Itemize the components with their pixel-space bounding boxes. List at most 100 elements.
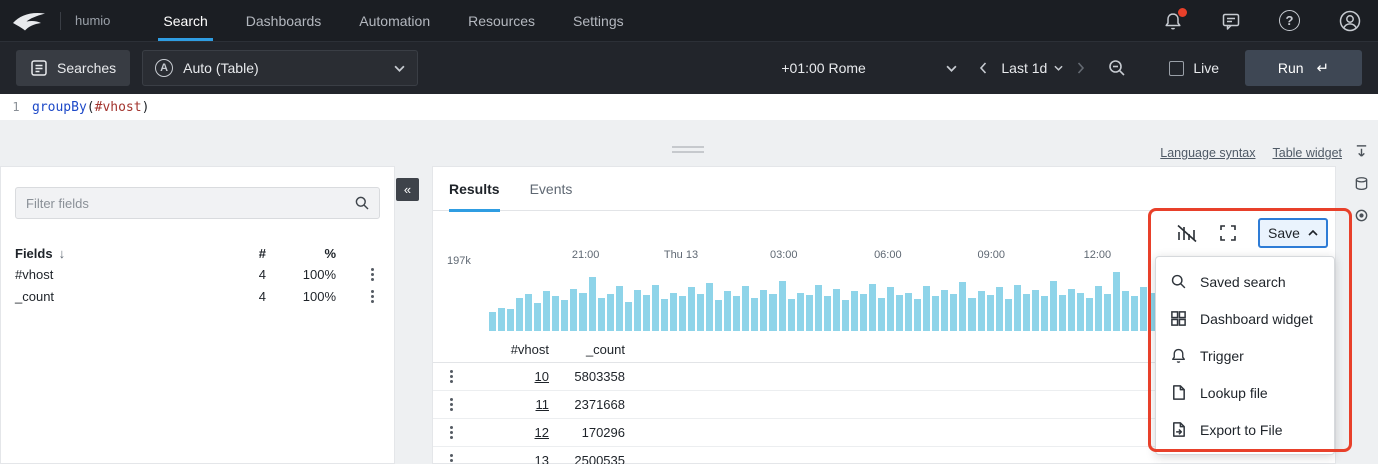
nav-item-dashboards[interactable]: Dashboards	[227, 0, 341, 41]
query-editor[interactable]: 1 groupBy(#vhost)	[0, 94, 1378, 120]
chat-icon[interactable]	[1221, 11, 1241, 31]
editor-resize-handle[interactable]	[672, 143, 704, 153]
query-inspector-icon[interactable]	[1354, 208, 1369, 223]
row-menu-icon[interactable]	[450, 375, 453, 378]
time-back-button[interactable]	[979, 62, 987, 74]
bell-icon	[1170, 347, 1187, 364]
histogram-bar	[806, 295, 813, 331]
row-menu-icon[interactable]	[450, 431, 453, 434]
histogram-bar	[1095, 286, 1102, 331]
auto-icon: A	[155, 59, 173, 77]
vhost-value-link[interactable]: 12	[535, 425, 549, 440]
table-widget-link[interactable]: Table widget	[1273, 146, 1343, 160]
time-range-select[interactable]: Last 1d	[1001, 60, 1063, 76]
histogram-bar	[987, 295, 994, 331]
histogram-bar	[887, 287, 894, 331]
field-row-count[interactable]: _count 4 100%	[1, 285, 394, 307]
histogram-bar	[634, 290, 641, 331]
field-menu-icon[interactable]	[371, 273, 374, 276]
searches-button[interactable]: Searches	[16, 50, 130, 86]
histogram-bar	[724, 291, 731, 331]
nav-item-automation[interactable]: Automation	[340, 0, 449, 41]
nav-item-resources[interactable]: Resources	[449, 0, 554, 41]
histogram-bar	[941, 290, 948, 331]
view-type-select[interactable]: A Auto (Table)	[142, 50, 418, 86]
histogram-bar	[833, 289, 840, 331]
menu-item-trigger[interactable]: Trigger	[1156, 337, 1334, 374]
export-icon	[1170, 421, 1187, 438]
histogram-bar	[516, 298, 523, 331]
histogram-bar	[996, 287, 1003, 331]
nav-item-search[interactable]: Search	[144, 0, 226, 41]
histogram-bar	[769, 294, 776, 331]
query-function-token: groupBy	[32, 100, 87, 115]
histogram-bar	[1086, 298, 1093, 331]
language-syntax-link[interactable]: Language syntax	[1160, 146, 1255, 160]
menu-item-dashboard-widget[interactable]: Dashboard widget	[1156, 300, 1334, 337]
column-header-vhost[interactable]: #vhost	[469, 342, 549, 357]
column-header-count[interactable]: _count	[549, 342, 625, 357]
histogram-bar	[815, 285, 822, 331]
histogram-bar	[616, 286, 623, 331]
row-menu-icon[interactable]	[450, 403, 453, 406]
crowdstrike-logo-icon[interactable]	[12, 10, 46, 32]
time-forward-button[interactable]	[1077, 62, 1085, 74]
histogram-bar	[661, 299, 668, 331]
chevron-up-icon	[1308, 230, 1318, 236]
sort-down-icon[interactable]: ↓	[59, 246, 66, 261]
histogram-bar	[1059, 295, 1066, 331]
tab-events[interactable]: Events	[530, 167, 573, 211]
histogram-bar	[543, 291, 550, 331]
histogram-bar	[570, 289, 577, 331]
histogram-bar	[561, 300, 568, 331]
histogram-bar	[896, 295, 903, 331]
field-row-vhost[interactable]: #vhost 4 100%	[1, 263, 394, 285]
vhost-value-link[interactable]: 11	[536, 397, 550, 412]
notifications-icon[interactable]	[1163, 11, 1183, 31]
histogram-bar	[1104, 294, 1111, 331]
help-icon[interactable]: ?	[1279, 10, 1300, 31]
zoom-out-icon[interactable]	[1107, 58, 1127, 78]
collapse-fields-panel-button[interactable]: «	[396, 178, 419, 201]
histogram-bar	[507, 309, 514, 331]
histogram-bar	[706, 283, 713, 331]
histogram-bar	[869, 284, 876, 331]
count-value: 170296	[549, 425, 625, 440]
fullscreen-icon[interactable]	[1219, 224, 1237, 242]
vhost-value-link[interactable]: 10	[535, 369, 549, 384]
field-menu-icon[interactable]	[371, 295, 374, 298]
collapse-editor-icon[interactable]	[1354, 144, 1369, 159]
toggle-chart-icon[interactable]	[1176, 223, 1198, 243]
histogram-bar	[1068, 289, 1075, 331]
nav-item-settings[interactable]: Settings	[554, 0, 643, 41]
timezone-select[interactable]: +01:00 Rome	[781, 60, 957, 76]
menu-item-saved-search[interactable]: Saved search	[1156, 263, 1334, 300]
live-checkbox[interactable]	[1169, 61, 1184, 76]
main-nav: Search Dashboards Automation Resources S…	[144, 0, 642, 41]
data-sources-icon[interactable]	[1354, 176, 1369, 192]
filter-fields-input[interactable]	[15, 187, 380, 219]
tab-results[interactable]: Results	[449, 167, 500, 211]
grid-icon	[1170, 310, 1187, 327]
histogram-bar	[968, 298, 975, 331]
vhost-value-link[interactable]: 13	[535, 453, 549, 464]
searches-icon	[30, 59, 48, 77]
histogram-bar	[498, 308, 505, 331]
histogram-bar	[788, 299, 795, 331]
row-menu-icon[interactable]	[450, 459, 453, 462]
histogram-bar	[959, 282, 966, 331]
histogram-bar	[589, 277, 596, 331]
histogram-bar	[797, 293, 804, 331]
histogram-bar	[779, 281, 786, 331]
histogram-bar	[598, 298, 605, 331]
menu-item-export-to-file[interactable]: Export to File	[1156, 411, 1334, 448]
menu-item-lookup-file[interactable]: Lookup file	[1156, 374, 1334, 411]
histogram-bar	[489, 312, 496, 331]
histogram-bar	[905, 293, 912, 331]
histogram-bar	[1014, 285, 1021, 331]
save-button[interactable]: Save	[1258, 218, 1328, 248]
run-button[interactable]: Run ↵	[1245, 50, 1362, 86]
histogram-bar	[860, 294, 867, 331]
brand-label: humio	[75, 13, 110, 28]
account-icon[interactable]	[1338, 9, 1362, 33]
